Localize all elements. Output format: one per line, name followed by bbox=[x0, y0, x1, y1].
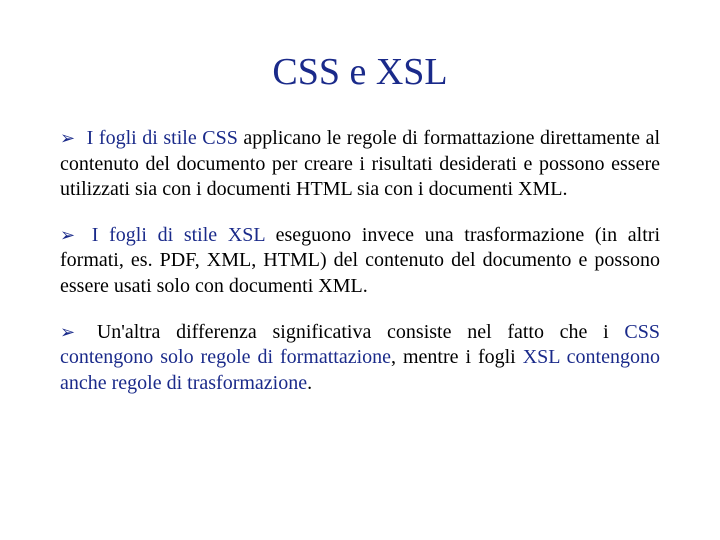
bullet-text-pre: Un'altra differenza significativa consis… bbox=[97, 321, 625, 343]
arrow-icon: ➢ bbox=[60, 128, 75, 148]
slide-title: CSS e XSL bbox=[60, 50, 660, 94]
bullet-lead: I fogli di stile XSL bbox=[92, 224, 265, 246]
bullet-lead: I fogli di stile CSS bbox=[87, 127, 238, 149]
bullet-item-3: ➢ Un'altra differenza significativa cons… bbox=[60, 320, 660, 397]
bullet-item-1: ➢ I fogli di stile CSS applicano le rego… bbox=[60, 126, 660, 203]
bullet-item-2: ➢ I fogli di stile XSL eseguono invece u… bbox=[60, 223, 660, 300]
bullet-text-end: . bbox=[307, 372, 312, 394]
arrow-icon: ➢ bbox=[60, 322, 75, 342]
arrow-icon: ➢ bbox=[60, 225, 75, 245]
bullet-text-mid: , mentre i fogli bbox=[391, 346, 523, 368]
